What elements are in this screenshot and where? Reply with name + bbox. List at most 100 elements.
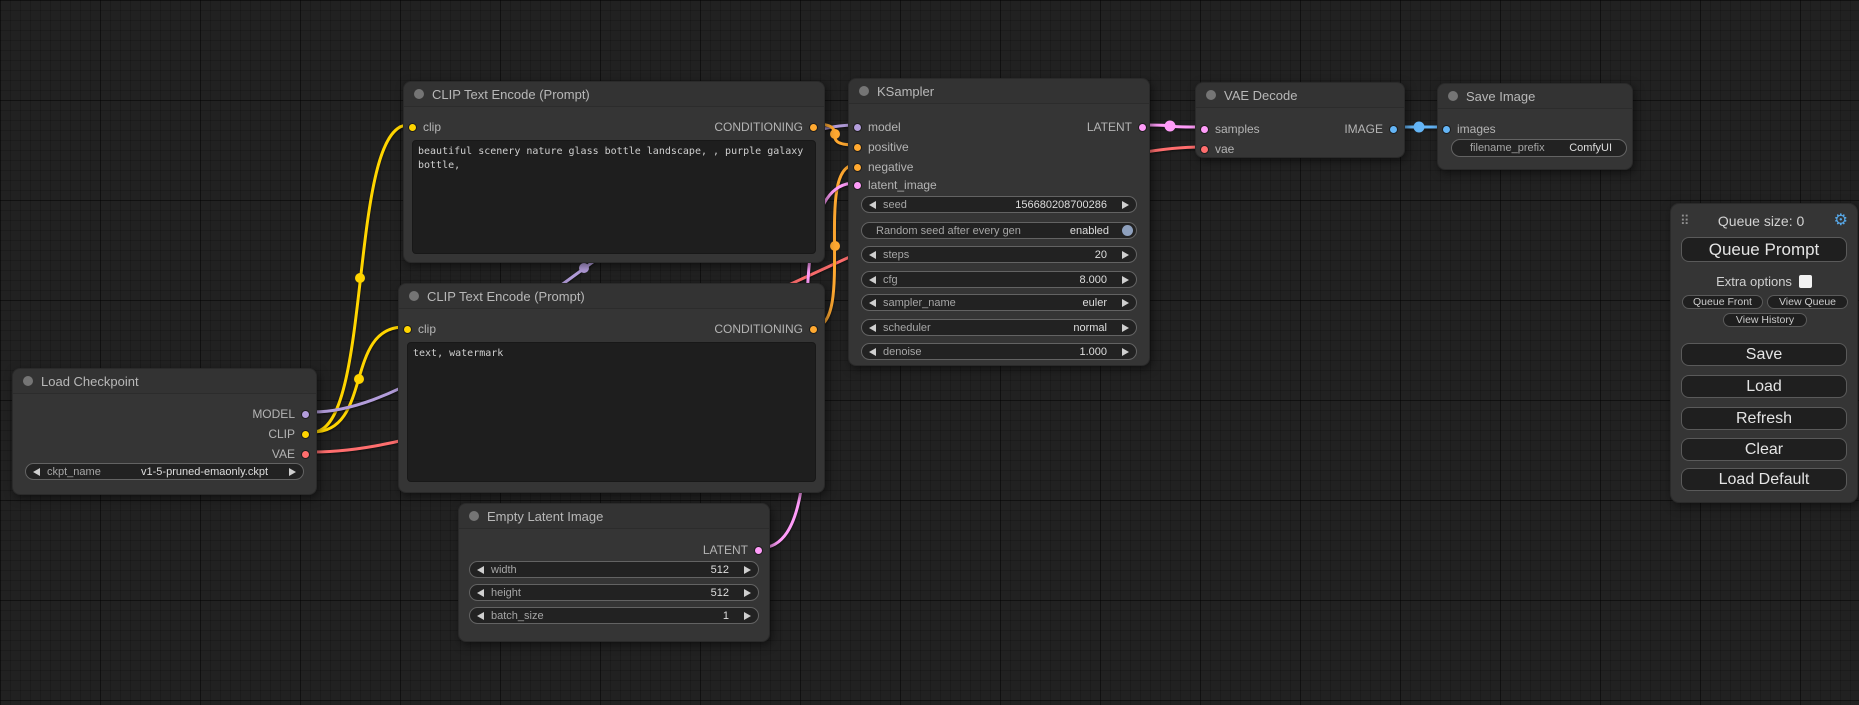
load-default-button[interactable]: Load Default	[1681, 468, 1847, 491]
node-clip-text-encode-negative[interactable]: CLIP Text Encode (Prompt) clip CONDITION…	[398, 283, 825, 493]
node-vae-decode[interactable]: VAE Decode samples vae IMAGE	[1195, 82, 1405, 158]
input-port-negative[interactable]	[853, 163, 862, 172]
prompt-textarea[interactable]: text, watermark	[407, 342, 816, 482]
view-queue-button[interactable]: View Queue	[1767, 295, 1848, 309]
input-port-samples[interactable]	[1200, 125, 1209, 134]
link-middle-dot	[355, 273, 365, 283]
decrement-arrow-icon[interactable]	[477, 612, 484, 620]
node-title-bar[interactable]: CLIP Text Encode (Prompt)	[404, 82, 824, 107]
increment-arrow-icon[interactable]	[1122, 299, 1129, 307]
collapse-dot-icon[interactable]	[469, 511, 479, 521]
increment-arrow-icon[interactable]	[744, 589, 751, 597]
decrement-arrow-icon[interactable]	[869, 324, 876, 332]
clear-button[interactable]: Clear	[1681, 438, 1847, 461]
output-port-model[interactable]	[301, 410, 310, 419]
collapse-dot-icon[interactable]	[1448, 91, 1458, 101]
increment-arrow-icon[interactable]	[744, 612, 751, 620]
node-title-bar[interactable]: Empty Latent Image	[459, 504, 769, 529]
decrement-arrow-icon[interactable]	[869, 276, 876, 284]
node-clip-text-encode-positive[interactable]: CLIP Text Encode (Prompt) clip CONDITION…	[403, 81, 825, 263]
widget-value: 156680208700286	[1015, 199, 1107, 211]
random-seed-toggle[interactable]: Random seed after every gen enabled	[861, 222, 1137, 239]
node-title-bar[interactable]: KSampler	[849, 79, 1149, 104]
collapse-dot-icon[interactable]	[409, 291, 419, 301]
input-port-clip[interactable]	[408, 123, 417, 132]
node-ksampler[interactable]: KSampler model positive negative latent_…	[848, 78, 1150, 366]
input-port-positive[interactable]	[853, 143, 862, 152]
view-history-button[interactable]: View History	[1723, 313, 1807, 327]
widget-name: steps	[883, 249, 909, 261]
node-load-checkpoint[interactable]: Load Checkpoint MODEL CLIP VAE ckpt_name…	[12, 368, 317, 495]
increment-arrow-icon[interactable]	[1122, 348, 1129, 356]
increment-arrow-icon[interactable]	[1122, 324, 1129, 332]
input-label-negative: negative	[868, 160, 913, 174]
increment-arrow-icon[interactable]	[1122, 251, 1129, 259]
prompt-textarea[interactable]: beautiful scenery nature glass bottle la…	[412, 140, 816, 254]
extra-options-checkbox[interactable]	[1799, 275, 1812, 288]
decrement-arrow-icon[interactable]	[869, 348, 876, 356]
input-port-vae[interactable]	[1200, 145, 1209, 154]
batch-size-widget[interactable]: batch_size 1	[469, 607, 759, 624]
view-queue-label: View Queue	[1779, 296, 1836, 308]
decrement-arrow-icon[interactable]	[33, 468, 40, 476]
node-save-image[interactable]: Save Image images filename_prefix ComfyU…	[1437, 83, 1633, 170]
node-title-bar[interactable]: Load Checkpoint	[13, 369, 316, 394]
queue-size-label: Queue size: 0	[1689, 213, 1834, 229]
output-port-image[interactable]	[1389, 125, 1398, 134]
gear-icon[interactable]: ⚙	[1834, 213, 1848, 229]
load-button[interactable]: Load	[1681, 375, 1847, 398]
decrement-arrow-icon[interactable]	[869, 299, 876, 307]
ckpt-name-widget[interactable]: ckpt_name v1-5-pruned-emaonly.ckpt	[25, 463, 304, 480]
decrement-arrow-icon[interactable]	[477, 589, 484, 597]
drag-handle-icon[interactable]: ⠿	[1680, 213, 1689, 229]
seed-widget[interactable]: seed 156680208700286	[861, 196, 1137, 213]
collapse-dot-icon[interactable]	[1206, 90, 1216, 100]
increment-arrow-icon[interactable]	[289, 468, 296, 476]
input-port-images[interactable]	[1442, 125, 1451, 134]
decrement-arrow-icon[interactable]	[869, 201, 876, 209]
collapse-dot-icon[interactable]	[859, 86, 869, 96]
height-widget[interactable]: height 512	[469, 584, 759, 601]
node-title-bar[interactable]: VAE Decode	[1196, 83, 1404, 108]
scheduler-widget[interactable]: scheduler normal	[861, 319, 1137, 336]
widget-value: 1	[723, 610, 729, 622]
output-port-clip[interactable]	[301, 430, 310, 439]
denoise-widget[interactable]: denoise 1.000	[861, 343, 1137, 360]
queue-front-button[interactable]: Queue Front	[1682, 295, 1763, 309]
widget-name: sampler_name	[883, 297, 956, 309]
output-port-conditioning[interactable]	[809, 123, 818, 132]
increment-arrow-icon[interactable]	[1122, 201, 1129, 209]
width-widget[interactable]: width 512	[469, 561, 759, 578]
input-port-latent-image[interactable]	[853, 181, 862, 190]
toggle-dot[interactable]	[1122, 225, 1133, 236]
output-port-vae[interactable]	[301, 450, 310, 459]
node-graph-canvas[interactable]: Load Checkpoint MODEL CLIP VAE ckpt_name…	[0, 0, 1859, 705]
collapse-dot-icon[interactable]	[23, 376, 33, 386]
clear-label: Clear	[1745, 441, 1783, 459]
decrement-arrow-icon[interactable]	[869, 251, 876, 259]
node-empty-latent-image[interactable]: Empty Latent Image LATENT width 512 heig…	[458, 503, 770, 642]
output-label-image: IMAGE	[1344, 122, 1383, 136]
filename-prefix-widget[interactable]: filename_prefix ComfyUI	[1451, 139, 1627, 157]
output-port-conditioning[interactable]	[809, 325, 818, 334]
collapse-dot-icon[interactable]	[414, 89, 424, 99]
save-button[interactable]: Save	[1681, 343, 1847, 366]
sampler-name-widget[interactable]: sampler_name euler	[861, 294, 1137, 311]
queue-panel[interactable]: ⠿ Queue size: 0 ⚙ Queue Prompt Extra opt…	[1670, 203, 1858, 503]
queue-prompt-button[interactable]: Queue Prompt	[1681, 237, 1847, 262]
steps-widget[interactable]: steps 20	[861, 246, 1137, 263]
input-port-model[interactable]	[853, 123, 862, 132]
increment-arrow-icon[interactable]	[744, 566, 751, 574]
input-port-clip[interactable]	[403, 325, 412, 334]
input-label-images: images	[1457, 122, 1496, 136]
input-label-model: model	[868, 120, 901, 134]
cfg-widget[interactable]: cfg 8.000	[861, 271, 1137, 288]
output-port-latent[interactable]	[1138, 123, 1147, 132]
output-port-latent[interactable]	[754, 546, 763, 555]
increment-arrow-icon[interactable]	[1122, 276, 1129, 284]
decrement-arrow-icon[interactable]	[477, 566, 484, 574]
node-title-bar[interactable]: CLIP Text Encode (Prompt)	[399, 284, 824, 309]
widget-value: 1.000	[1079, 346, 1107, 358]
node-title-bar[interactable]: Save Image	[1438, 84, 1632, 109]
refresh-button[interactable]: Refresh	[1681, 407, 1847, 430]
